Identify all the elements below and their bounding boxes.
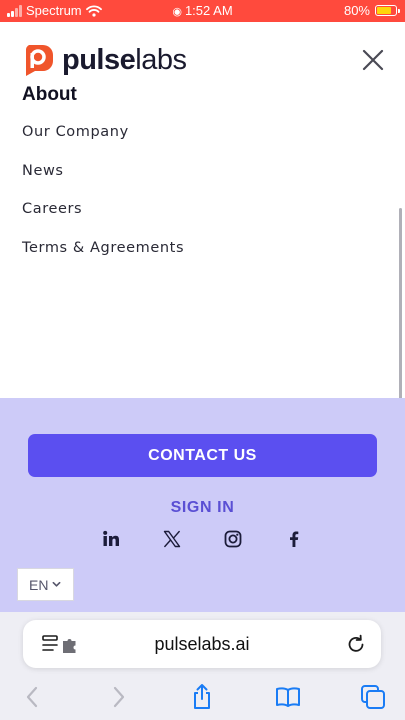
logo-wordmark-bold: pulse (62, 43, 136, 76)
back-icon[interactable] (17, 682, 47, 712)
nav-section-heading: About (22, 84, 77, 102)
clock-text: 1:52 AM (184, 3, 233, 18)
battery-level (377, 7, 391, 14)
language-selector[interactable]: EN (17, 568, 74, 601)
battery-percent: 80% (343, 3, 370, 18)
logo-wordmark: pulselabs (62, 43, 187, 76)
sign-in-link[interactable]: SIGN IN (0, 499, 405, 517)
battery-icon (375, 5, 400, 16)
facebook-icon[interactable] (283, 528, 305, 550)
social-links (100, 528, 305, 550)
status-bar: Spectrum ◉ 1:52 AM 80% (0, 0, 405, 22)
close-icon[interactable] (361, 48, 385, 72)
tabs-icon[interactable] (358, 682, 388, 712)
nav-item-our-company[interactable]: Our Company (22, 124, 184, 163)
language-value: EN (29, 576, 49, 593)
status-bar-right: 80% (343, 3, 400, 18)
pulselabs-logo-icon (25, 45, 53, 76)
menu-footer: CONTACT US SIGN IN EN (0, 398, 405, 612)
logo-wordmark-light: labs (135, 43, 187, 76)
browser-bottom-bar: pulselabs.ai (0, 612, 405, 720)
instagram-icon[interactable] (222, 528, 244, 550)
bookmarks-icon[interactable] (273, 682, 303, 712)
contact-us-button[interactable]: CONTACT US (28, 434, 377, 477)
address-bar[interactable]: pulselabs.ai (23, 620, 381, 668)
browser-toolbar (0, 682, 405, 712)
share-icon[interactable] (187, 682, 217, 712)
nav-menu: Our Company News Careers Terms & Agreeme… (22, 124, 184, 278)
chevron-down-icon (52, 581, 61, 587)
nav-item-terms-agreements[interactable]: Terms & Agreements (22, 240, 184, 279)
linkedin-icon[interactable] (100, 528, 122, 550)
site-header: pulselabs (0, 22, 405, 92)
nav-item-news[interactable]: News (22, 163, 184, 202)
reload-icon[interactable] (345, 633, 367, 655)
nav-item-careers[interactable]: Careers (22, 201, 184, 240)
forward-icon[interactable] (104, 682, 134, 712)
site-logo[interactable]: pulselabs (20, 42, 187, 78)
location-icon: ◉ (172, 6, 182, 18)
url-text: pulselabs.ai (154, 634, 250, 654)
x-icon[interactable] (161, 528, 183, 550)
